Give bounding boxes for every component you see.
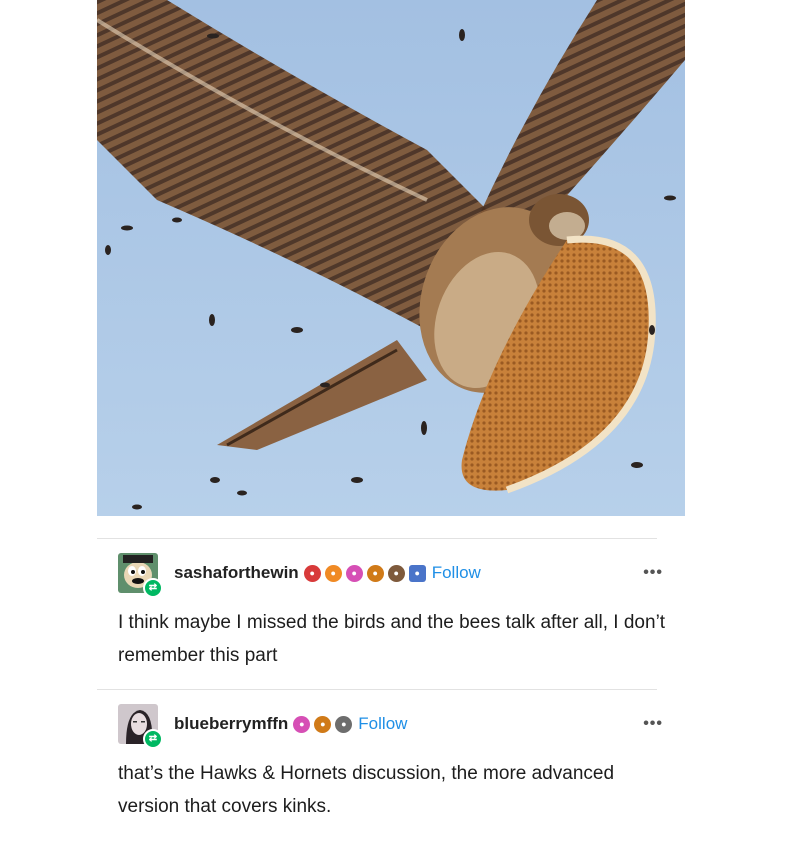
comment-text: that’s the Hawks & Hornets discussion, t… [118,763,615,817]
more-options-icon[interactable]: ••• [643,564,663,582]
badge-icon[interactable]: ● [303,564,321,582]
reblog-icon: ⇄ [143,578,163,598]
badge-icon[interactable]: ● [387,564,405,582]
divider [97,538,657,539]
badge-icon[interactable]: ● [345,564,363,582]
badge-list: ● ● ● [293,715,353,733]
badge-icon[interactable]: ● [335,715,353,733]
follow-button[interactable]: Follow [358,714,407,734]
reblog-icon: ⇄ [143,729,163,749]
badge-icon[interactable]: ● [314,715,332,733]
hawk-honeycomb-photo [97,0,685,516]
post-photo[interactable] [97,0,685,516]
more-options-icon[interactable]: ••• [643,715,663,733]
avatar[interactable]: ⇄ [118,553,163,598]
badge-icon[interactable]: ● [366,564,384,582]
badge-icon[interactable]: ● [324,564,342,582]
badge-list: ● ● ● ● ● ● [303,564,426,582]
badge-icon[interactable]: ● [293,715,311,733]
comment-text: I think maybe I missed the birds and the… [118,612,666,666]
divider [97,689,657,690]
username[interactable]: blueberrymffn [174,714,288,734]
badge-icon[interactable]: ● [408,564,426,582]
comment-header: ⇄ blueberrymffn ● ● ● Follow ••• [118,704,663,749]
avatar[interactable]: ⇄ [118,704,163,749]
username[interactable]: sashaforthewin [174,563,299,583]
comment-header: ⇄ sashaforthewin ● ● ● ● ● ● Follow ••• [118,553,663,598]
follow-button[interactable]: Follow [432,563,481,583]
